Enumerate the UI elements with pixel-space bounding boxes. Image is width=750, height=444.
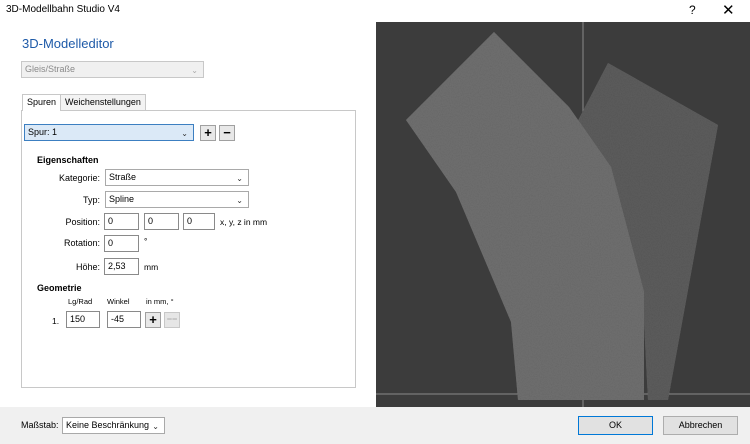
ok-button[interactable]: OK xyxy=(578,416,653,435)
tab-panel xyxy=(21,110,356,388)
position-y-input[interactable]: 0 xyxy=(144,213,179,230)
chevron-down-icon: ⌄ xyxy=(152,422,159,431)
add-track-button[interactable]: + xyxy=(200,125,216,141)
rotation-label: Rotation: xyxy=(63,238,100,248)
tab-weichenstellungen[interactable]: Weichenstellungen xyxy=(60,94,146,110)
preview-canvas xyxy=(376,22,750,407)
scale-label: Maßstab: xyxy=(21,420,59,430)
position-unit: x, y, z in mm xyxy=(220,217,268,227)
properties-heading: Eigenschaften xyxy=(37,155,99,165)
typ-label: Typ: xyxy=(82,195,100,205)
scale-value: Keine Beschränkung xyxy=(66,420,150,430)
geometry-length-input[interactable]: 150 xyxy=(66,311,100,328)
help-icon[interactable]: ? xyxy=(689,3,696,17)
typ-value: Spline xyxy=(109,194,135,204)
chevron-down-icon: ⌄ xyxy=(191,66,198,75)
geometry-heading: Geometrie xyxy=(37,283,82,293)
add-segment-button[interactable]: + xyxy=(145,312,161,328)
editor-heading: 3D-Modelleditor xyxy=(22,36,114,51)
model-type-value: Gleis/Straße xyxy=(25,64,76,74)
geometry-col-length: Lg/Rad xyxy=(68,297,93,306)
geometry-col-unit: in mm, ° xyxy=(146,297,174,306)
kategorie-label: Kategorie: xyxy=(58,173,100,183)
tab-spuren[interactable]: Spuren xyxy=(22,94,62,111)
chevron-down-icon: ⌄ xyxy=(236,174,243,183)
hoehe-input[interactable]: 2,53 xyxy=(104,258,139,275)
remove-segment-button: −− xyxy=(164,312,180,328)
hoehe-label: Höhe: xyxy=(75,262,100,272)
geometry-row-index: 1. xyxy=(52,316,60,326)
model-type-select: Gleis/Straße ⌄ xyxy=(21,61,204,78)
geometry-angle-input[interactable]: -45 xyxy=(107,311,141,328)
window-title: 3D-Modellbahn Studio V4 xyxy=(6,4,120,15)
position-z-input[interactable]: 0 xyxy=(183,213,215,230)
kategorie-value: Straße xyxy=(109,172,137,182)
geometry-col-angle: Winkel xyxy=(107,297,130,306)
track-select-value: Spur: 1 xyxy=(28,127,58,137)
3d-preview-viewport[interactable] xyxy=(376,22,750,407)
typ-select[interactable]: Spline ⌄ xyxy=(105,191,249,208)
rotation-unit: ° xyxy=(144,236,148,246)
chevron-down-icon: ⌄ xyxy=(236,196,243,205)
position-label: Position: xyxy=(65,217,100,227)
close-icon[interactable]: ✕ xyxy=(722,1,735,19)
rotation-input[interactable]: 0 xyxy=(104,235,139,252)
chevron-down-icon: ⌄ xyxy=(181,129,188,138)
position-x-input[interactable]: 0 xyxy=(104,213,139,230)
cancel-button[interactable]: Abbrechen xyxy=(663,416,738,435)
title-bar: 3D-Modellbahn Studio V4 ? ✕ xyxy=(0,0,750,22)
hoehe-unit: mm xyxy=(144,262,159,272)
remove-track-button[interactable]: − xyxy=(219,125,235,141)
kategorie-select[interactable]: Straße ⌄ xyxy=(105,169,249,186)
track-select[interactable]: Spur: 1 ⌄ xyxy=(24,124,194,141)
scale-select[interactable]: Keine Beschränkung ⌄ xyxy=(62,417,165,434)
